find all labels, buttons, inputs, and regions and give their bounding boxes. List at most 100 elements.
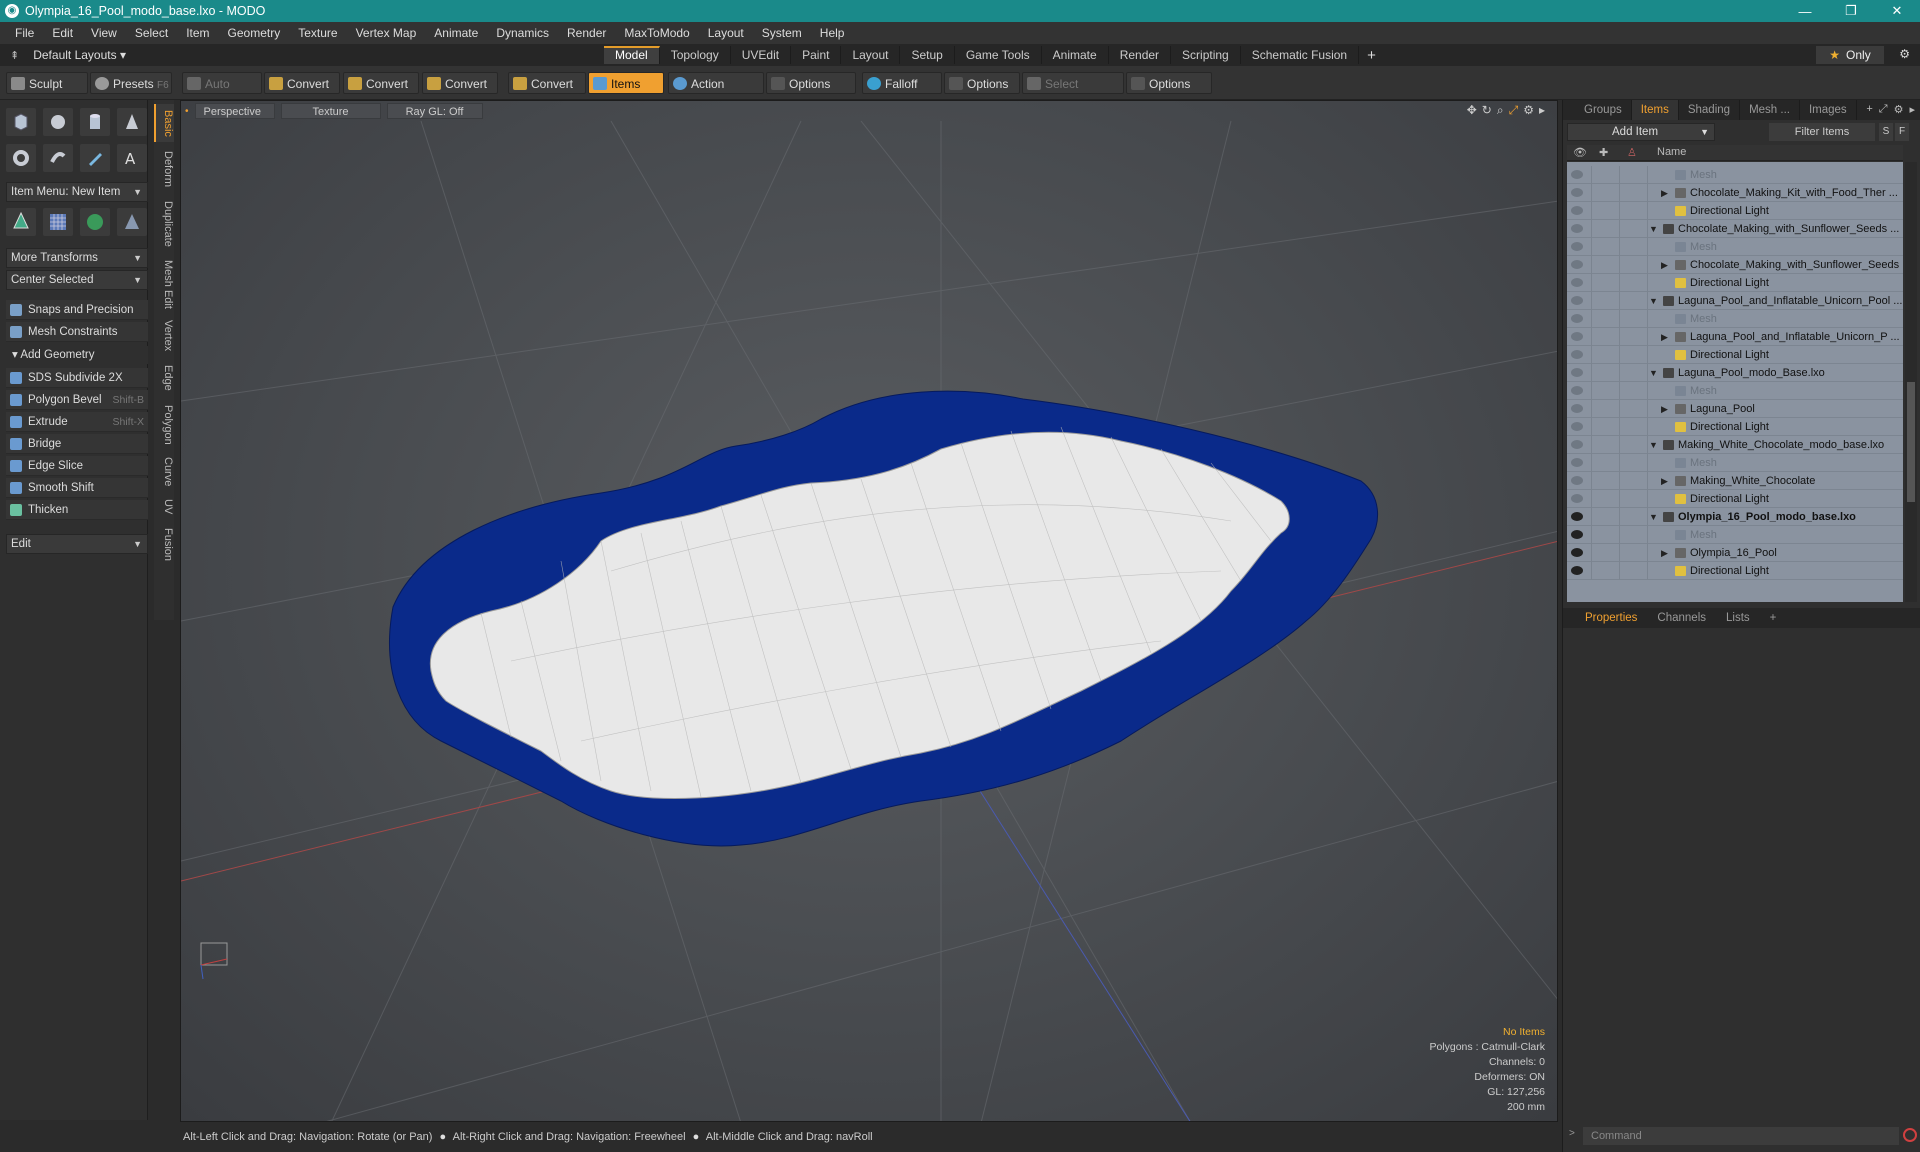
list-item[interactable]: Directional Light [1567,202,1903,220]
render-column-icon[interactable]: ♙ [1627,146,1637,159]
visibility-eye-icon[interactable] [1571,332,1583,341]
capsule-icon[interactable] [43,144,73,172]
list-item[interactable]: Directional Light [1567,274,1903,292]
visibility-eye-icon[interactable] [1571,278,1583,287]
torus-icon[interactable] [6,144,36,172]
visibility-eye-icon[interactable] [1571,350,1583,359]
collapse-triangle-icon[interactable]: ▶ [1661,544,1668,562]
menu-select[interactable]: Select [126,26,177,40]
vtab-duplicate[interactable]: Duplicate [154,196,174,252]
polygon-bevel-button[interactable]: Polygon Bevel Shift-B [6,390,148,410]
menu-animate[interactable]: Animate [425,26,487,40]
sphere-icon[interactable] [43,108,73,136]
command-record-icon[interactable] [1903,1128,1917,1142]
visibility-column-icon[interactable]: 👁 [1573,146,1587,159]
transform-icon[interactable] [6,208,36,236]
visibility-eye-icon[interactable] [1571,170,1583,179]
list-item[interactable]: ▶ Olympia_16_Pool [1567,544,1903,562]
menu-system[interactable]: System [753,26,811,40]
menu-dynamics[interactable]: Dynamics [487,26,558,40]
cube-icon[interactable] [6,108,36,136]
visibility-eye-icon[interactable] [1571,422,1583,431]
layout-pin-icon[interactable]: ⇞ [10,49,19,62]
expand-triangle-icon[interactable]: ▼ [1649,508,1658,526]
falloff-button[interactable]: Falloff [862,72,942,94]
default-layouts-dropdown[interactable]: Default Layouts ▾ [33,48,126,62]
command-input[interactable]: Command [1583,1127,1899,1145]
pyramid-icon[interactable] [117,208,147,236]
item-menu-dropdown[interactable]: Item Menu: New Item ▼ [6,182,148,202]
list-item[interactable]: ▼ Making_White_Chocolate_modo_base.lxo [1567,436,1903,454]
list-item[interactable]: ▶ Laguna_Pool_and_Inflatable_Unicorn_P ..… [1567,328,1903,346]
visibility-eye-icon[interactable] [1571,548,1583,557]
sculpt-button[interactable]: Sculpt [6,72,88,94]
list-item[interactable]: Directional Light [1567,418,1903,436]
smooth-shift-button[interactable]: Smooth Shift [6,478,148,498]
tab-groups[interactable]: Groups [1575,100,1632,120]
3d-viewport[interactable]: • Perspective Texture Ray GL: Off ✥ ↻ ⌕ … [180,100,1558,1122]
tab-render[interactable]: Render [1109,46,1172,64]
convert-edges-button[interactable]: Convert [343,72,419,94]
collapse-triangle-icon[interactable]: ▶ [1661,184,1668,202]
pen-icon[interactable] [80,144,110,172]
s-filter-button[interactable]: S [1879,123,1893,141]
expand-icon[interactable]: ⤢ [1879,103,1888,116]
bridge-button[interactable]: Bridge [6,434,148,454]
menu-edit[interactable]: Edit [43,26,82,40]
menu-render[interactable]: Render [558,26,615,40]
vtab-edge[interactable]: Edge [154,360,174,396]
panel-gear-icon[interactable]: ⚙ [1894,103,1904,116]
tab-shading[interactable]: Shading [1679,100,1741,120]
convert-vertices-button[interactable]: Convert [264,72,340,94]
list-item[interactable]: ▶ Laguna_Pool [1567,400,1903,418]
tab-mesh[interactable]: Mesh ... [1740,100,1800,120]
close-button[interactable]: ✕ [1874,3,1920,19]
cylinder-icon[interactable] [80,108,110,136]
extrude-button[interactable]: Extrude Shift-X [6,412,148,432]
visibility-eye-icon[interactable] [1571,242,1583,251]
collapse-triangle-icon[interactable]: ▶ [1661,256,1668,274]
edge-slice-button[interactable]: Edge Slice [6,456,148,476]
mesh-constraints-button[interactable]: Mesh Constraints [6,322,148,342]
list-item[interactable]: ▼ Laguna_Pool_and_Inflatable_Unicorn_Pool… [1567,292,1903,310]
globe-icon[interactable] [80,208,110,236]
vtab-curve[interactable]: Curve [154,454,174,490]
list-item[interactable]: ▶ Chocolate_Making_with_Sunflower_Seeds [1567,256,1903,274]
minimize-button[interactable]: — [1782,4,1828,19]
visibility-eye-icon[interactable] [1571,386,1583,395]
collapse-triangle-icon[interactable]: ▶ [1661,328,1668,346]
list-item[interactable]: ▶ Chocolate_Making_Kit_with_Food_Ther ... [1567,184,1903,202]
add-tab-icon[interactable]: + [1359,47,1384,64]
visibility-eye-icon[interactable] [1571,512,1583,521]
expand-triangle-icon[interactable]: ▼ [1649,292,1658,310]
snaps-precision-button[interactable]: Snaps and Precision [6,300,148,320]
options-button-3[interactable]: Options [1126,72,1212,94]
tab-properties[interactable]: Properties [1575,608,1647,628]
list-item[interactable]: Mesh [1567,526,1903,544]
menu-vertex-map[interactable]: Vertex Map [347,26,426,40]
vtab-fusion[interactable]: Fusion [154,524,174,566]
list-item[interactable]: Directional Light [1567,562,1903,580]
visibility-eye-icon[interactable] [1571,206,1583,215]
visibility-eye-icon[interactable] [1571,476,1583,485]
scrollbar-thumb[interactable] [1907,382,1915,502]
menu-view[interactable]: View [82,26,126,40]
lock-column-icon[interactable]: ✚ [1599,146,1608,159]
vtab-uv[interactable]: UV [154,494,174,520]
more-transforms-dropdown[interactable]: More Transforms ▼ [6,248,148,268]
visibility-eye-icon[interactable] [1571,566,1583,575]
visibility-eye-icon[interactable] [1571,368,1583,377]
panel-arrow-icon[interactable]: ▸ [1909,103,1915,116]
vtab-polygon[interactable]: Polygon [154,400,174,450]
menu-item[interactable]: Item [177,26,218,40]
collapse-triangle-icon[interactable]: ▶ [1661,472,1668,490]
visibility-eye-icon[interactable] [1571,260,1583,269]
filter-items-input[interactable]: Filter Items [1769,123,1875,141]
presets-button[interactable]: Presets F6 [90,72,172,94]
tab-schematic-fusion[interactable]: Schematic Fusion [1241,46,1360,64]
visibility-eye-icon[interactable] [1571,314,1583,323]
tab-lists[interactable]: Lists [1716,608,1760,628]
add-item-dropdown[interactable]: Add Item ▼ [1567,123,1715,141]
vtab-mesh-edit[interactable]: Mesh Edit [154,256,174,312]
add-geometry-section[interactable]: ▾ Add Geometry [6,346,148,364]
